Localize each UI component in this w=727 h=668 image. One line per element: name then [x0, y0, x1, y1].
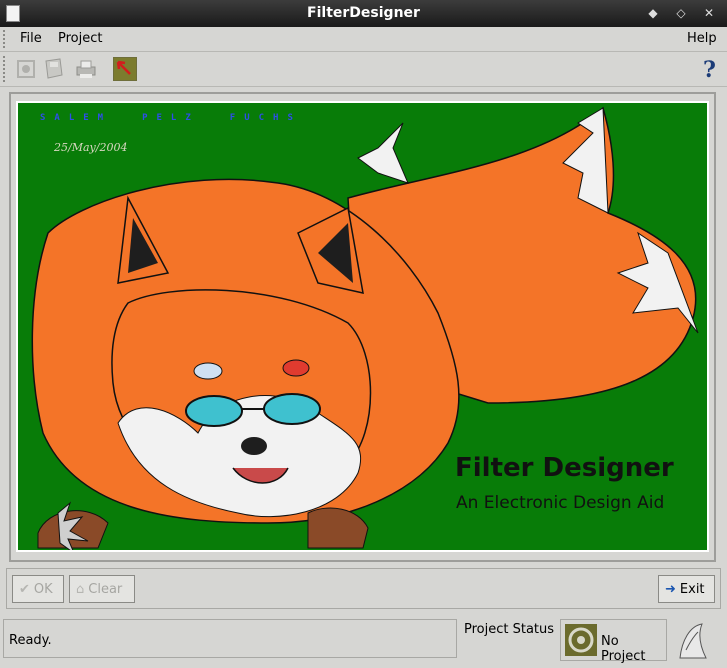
credit-name-1: SALEM [40, 113, 113, 123]
menu-bar: File Project Help [0, 27, 727, 52]
menu-project[interactable]: Project [58, 31, 102, 46]
credit-name-3: FUCHS [229, 113, 302, 123]
window-title: FilterDesigner [307, 5, 420, 21]
splash-subtitle: An Electronic Design Aid [456, 493, 665, 513]
clear-button-label: Clear [88, 581, 123, 597]
menubar-grip[interactable] [3, 30, 9, 48]
check-icon: ✔ [19, 581, 30, 597]
maximize-icon[interactable]: ◇ [673, 5, 689, 21]
svg-text:?: ? [703, 57, 716, 81]
clear-button[interactable]: ⌂ Clear [69, 575, 135, 603]
exit-button-label: Exit [679, 581, 705, 597]
status-bar: Ready. Project Status No Project [0, 616, 727, 668]
menu-file[interactable]: File [20, 31, 42, 46]
project-disc-icon [565, 624, 597, 656]
project-status-value: No Project [601, 634, 646, 664]
button-bar: ✔ OK ⌂ Clear ➜ Exit [6, 568, 721, 609]
ok-button[interactable]: ✔ OK [12, 575, 64, 603]
save-icon[interactable] [42, 57, 66, 81]
credit-row: SALEM PELZ FUCHS [40, 113, 302, 123]
menu-file-label: File [20, 31, 42, 46]
print-icon[interactable] [74, 57, 98, 81]
exit-door-icon: ➜ [665, 581, 676, 597]
exit-button[interactable]: ➜ Exit [658, 575, 715, 603]
close-icon[interactable]: ✕ [701, 5, 717, 21]
settings-icon[interactable] [14, 57, 38, 81]
toolbar: ? [0, 52, 727, 87]
project-status-label: Project Status [464, 622, 555, 637]
minimize-icon[interactable]: ◆ [645, 5, 661, 21]
status-message: Ready. [9, 633, 52, 648]
artwork-date: 25/May/2004 [54, 141, 128, 154]
title-bar: FilterDesigner ◆ ◇ ✕ [0, 0, 727, 27]
project-status-box: No Project [560, 619, 667, 664]
help-icon[interactable]: ? [698, 57, 722, 83]
mascot-icon [672, 620, 710, 660]
ok-button-label: OK [33, 581, 53, 597]
pointer-arrow-icon[interactable] [113, 57, 137, 81]
menu-project-label: Project [58, 31, 103, 46]
toolbar-grip[interactable] [3, 56, 9, 82]
splash-image: SALEM PELZ FUCHS 25/May/2004 Filter Desi… [16, 101, 709, 552]
menu-help-label: Help [687, 31, 717, 46]
splash-title: Filter Designer [455, 453, 674, 483]
credit-name-2: PELZ [142, 113, 200, 123]
menu-help[interactable]: Help [687, 31, 717, 46]
status-message-box: Ready. [3, 619, 457, 658]
house-icon: ⌂ [76, 581, 85, 597]
